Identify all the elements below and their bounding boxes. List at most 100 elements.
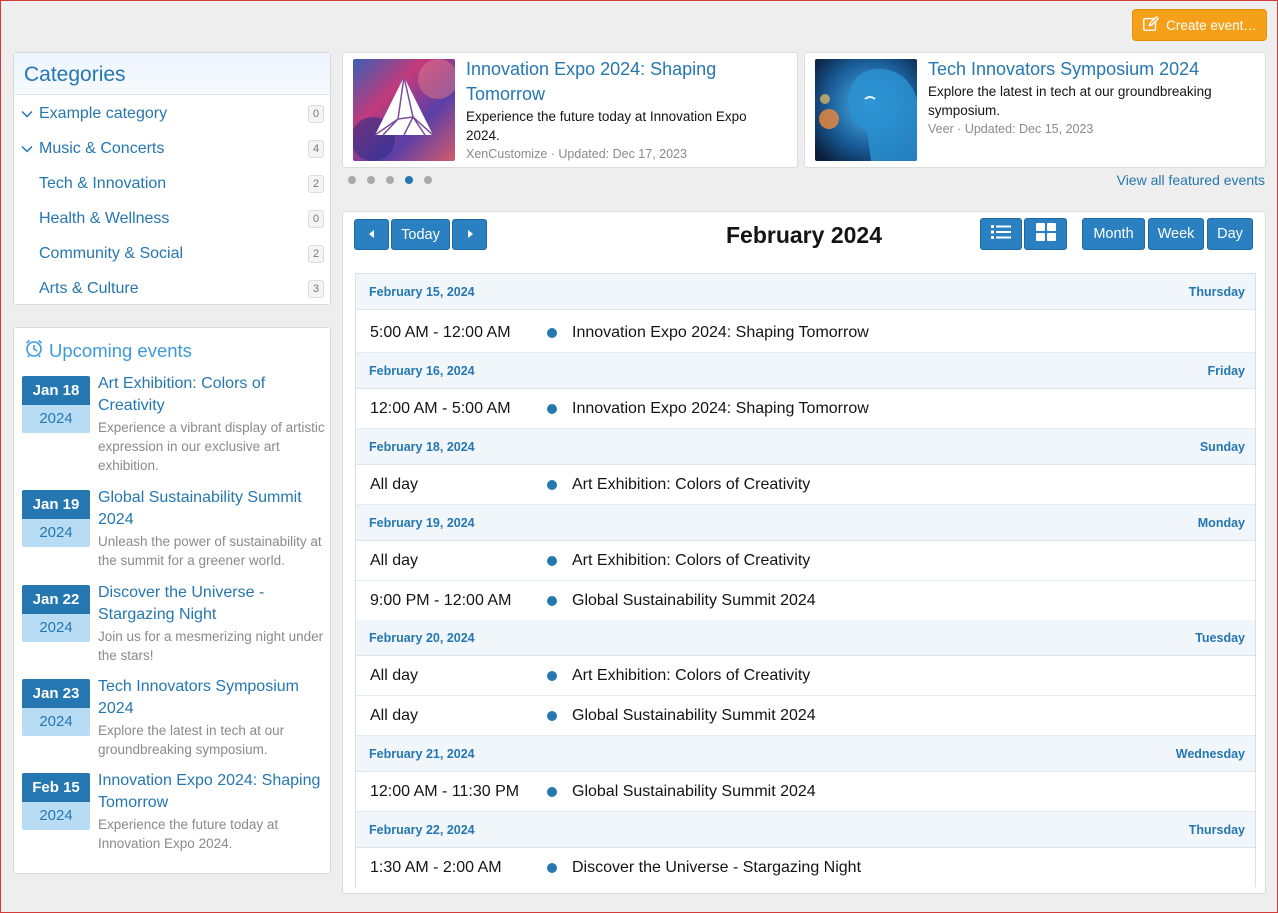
carousel-dot[interactable]: [348, 176, 356, 184]
next-button[interactable]: [452, 219, 487, 250]
event-name[interactable]: Innovation Expo 2024: Shaping Tomorrow: [572, 324, 869, 342]
week-view-button[interactable]: Week: [1148, 218, 1204, 250]
category-label[interactable]: Health & Wellness: [39, 210, 169, 228]
carousel-pagination: [348, 176, 432, 184]
carousel-dot[interactable]: [386, 176, 394, 184]
event-name[interactable]: Art Exhibition: Colors of Creativity: [572, 667, 810, 685]
upcoming-event-title[interactable]: Discover the Universe - Stargazing Night: [98, 582, 328, 626]
upcoming-event-description: Experience a vibrant display of artistic…: [98, 420, 325, 473]
event-bullet: [547, 863, 557, 873]
event-bullet: [547, 556, 557, 566]
grid-icon: [1035, 223, 1056, 245]
category-item[interactable]: Example category 0: [14, 96, 330, 131]
category-item[interactable]: Health & Wellness 0: [14, 201, 330, 236]
category-item[interactable]: Arts & Culture 3: [14, 271, 330, 306]
category-item[interactable]: Tech & Innovation 2: [14, 166, 330, 201]
event-row[interactable]: 1:30 AM - 2:00 AM Discover the Universe …: [356, 848, 1255, 888]
category-label[interactable]: Community & Social: [39, 245, 183, 263]
view-all-featured-link[interactable]: View all featured events: [1117, 172, 1265, 188]
event-time: All day: [370, 707, 419, 724]
carousel-dot[interactable]: [424, 176, 432, 184]
upcoming-event-title[interactable]: Tech Innovators Symposium 2024: [98, 676, 328, 720]
upcoming-event-title[interactable]: Innovation Expo 2024: Shaping Tomorrow: [98, 770, 328, 814]
date-header-weekday: Thursday: [1188, 285, 1245, 299]
create-event-button[interactable]: Create event…: [1132, 9, 1267, 41]
category-item[interactable]: Music & Concerts 4: [14, 131, 330, 166]
carousel-dot-active[interactable]: [405, 176, 413, 184]
category-label[interactable]: Arts & Culture: [39, 280, 139, 298]
caret-left-icon: [367, 227, 377, 243]
date-header-date[interactable]: February 21, 2024: [369, 747, 475, 761]
caret-right-icon: [465, 227, 475, 243]
date-badge: Jan 23 2024: [22, 679, 90, 736]
featured-event-title[interactable]: Innovation Expo 2024: Shaping Tomorrow: [466, 57, 766, 107]
featured-event-title[interactable]: Tech Innovators Symposium 2024: [928, 57, 1258, 82]
date-badge-month-day: Jan 18: [22, 376, 90, 405]
featured-event-image[interactable]: [353, 59, 455, 161]
event-name[interactable]: Global Sustainability Summit 2024: [572, 592, 816, 610]
event-time: All day: [370, 667, 419, 684]
date-header-date[interactable]: February 19, 2024: [369, 516, 475, 530]
featured-event-meta: Veer · Updated: Dec 15, 2023: [928, 122, 1094, 136]
category-count: 3: [308, 279, 324, 298]
list-view-button[interactable]: [980, 218, 1022, 250]
event-name[interactable]: Innovation Expo 2024: Shaping Tomorrow: [572, 400, 869, 418]
today-button[interactable]: Today: [391, 219, 450, 250]
event-bullet: [547, 711, 557, 721]
event-name[interactable]: Global Sustainability Summit 2024: [572, 783, 816, 801]
featured-event-description: Explore the latest in tech at our ground…: [928, 84, 1212, 118]
date-header-date[interactable]: February 18, 2024: [369, 440, 475, 454]
event-time: All day: [370, 552, 419, 569]
event-row[interactable]: All day Art Exhibition: Colors of Creati…: [356, 656, 1255, 696]
date-header-weekday: Monday: [1197, 516, 1245, 530]
event-bullet: [547, 596, 557, 606]
featured-event-card[interactable]: Innovation Expo 2024: Shaping Tomorrow E…: [342, 52, 798, 168]
date-badge: Jan 19 2024: [22, 490, 90, 547]
category-label[interactable]: Tech & Innovation: [39, 175, 166, 193]
event-row[interactable]: 12:00 AM - 5:00 AM Innovation Expo 2024:…: [356, 389, 1255, 429]
date-header-date[interactable]: February 22, 2024: [369, 823, 475, 837]
date-header-weekday: Thursday: [1188, 823, 1245, 837]
date-badge-month-day: Jan 19: [22, 490, 90, 519]
event-name[interactable]: Art Exhibition: Colors of Creativity: [572, 552, 810, 570]
date-header-date[interactable]: February 16, 2024: [369, 364, 475, 378]
event-name[interactable]: Discover the Universe - Stargazing Night: [572, 859, 861, 877]
day-view-button[interactable]: Day: [1207, 218, 1253, 250]
event-row[interactable]: 12:00 AM - 11:30 PM Global Sustainabilit…: [356, 772, 1255, 812]
event-row[interactable]: All day Art Exhibition: Colors of Creati…: [356, 541, 1255, 581]
date-header-weekday: Tuesday: [1195, 631, 1245, 645]
create-event-label: Create event…: [1166, 17, 1257, 33]
event-name[interactable]: Global Sustainability Summit 2024: [572, 707, 816, 725]
date-header-date[interactable]: February 15, 2024: [369, 285, 475, 299]
event-row[interactable]: All day Art Exhibition: Colors of Creati…: [356, 465, 1255, 505]
event-time: All day: [370, 476, 419, 493]
prev-button[interactable]: [354, 219, 389, 250]
month-view-button[interactable]: Month: [1082, 218, 1145, 250]
event-row[interactable]: 9:00 PM - 12:00 AM Global Sustainability…: [356, 581, 1255, 621]
edit-icon: [1142, 15, 1160, 36]
event-time: 12:00 AM - 11:30 PM: [370, 783, 520, 800]
date-badge-year: 2024: [22, 405, 90, 433]
category-item[interactable]: Community & Social 2: [14, 236, 330, 271]
category-label[interactable]: Example category: [39, 105, 167, 123]
upcoming-event-title[interactable]: Global Sustainability Summit 2024: [98, 487, 328, 531]
date-header-date[interactable]: February 20, 2024: [369, 631, 475, 645]
date-header-row: February 21, 2024 Wednesday: [356, 736, 1255, 772]
featured-event-card[interactable]: Tech Innovators Symposium 2024 Explore t…: [804, 52, 1266, 168]
chevron-down-icon[interactable]: [21, 143, 33, 155]
upcoming-events-panel: Upcoming events Jan 18 2024 Art Exhibiti…: [13, 327, 331, 874]
event-row[interactable]: All day Global Sustainability Summit 202…: [356, 696, 1255, 736]
date-header-row: February 15, 2024 Thursday: [356, 274, 1255, 310]
event-row[interactable]: 5:00 AM - 12:00 AM Innovation Expo 2024:…: [356, 313, 1255, 353]
featured-event-image[interactable]: [815, 59, 917, 161]
date-header-row: February 22, 2024 Thursday: [356, 812, 1255, 848]
date-badge-month-day: Feb 15: [22, 773, 90, 802]
date-header-row: February 20, 2024 Tuesday: [356, 620, 1255, 656]
upcoming-event-title[interactable]: Art Exhibition: Colors of Creativity: [98, 373, 328, 417]
grid-view-button[interactable]: [1024, 218, 1067, 250]
event-name[interactable]: Art Exhibition: Colors of Creativity: [572, 476, 810, 494]
category-label[interactable]: Music & Concerts: [39, 140, 164, 158]
chevron-down-icon[interactable]: [21, 108, 33, 120]
carousel-dot[interactable]: [367, 176, 375, 184]
date-header-weekday: Sunday: [1199, 440, 1245, 454]
